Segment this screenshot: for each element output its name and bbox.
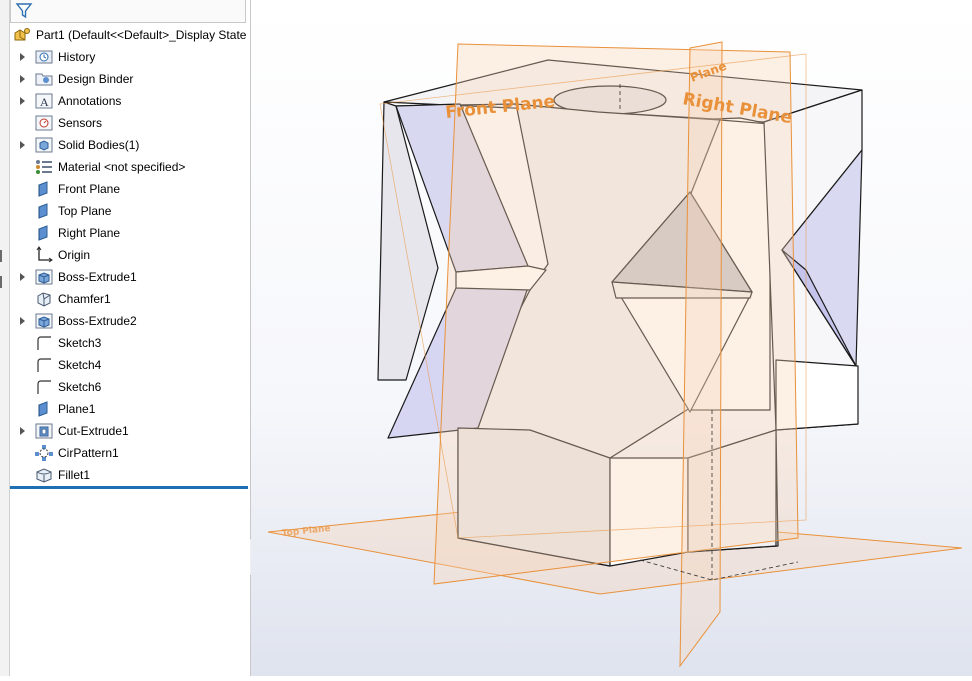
cut-extrude-icon — [34, 422, 54, 440]
strip-tick — [0, 250, 2, 262]
circular-pattern-icon — [34, 444, 54, 462]
tree-item-label: Right Plane — [58, 226, 121, 240]
tree-item-label: Boss-Extrude2 — [58, 314, 137, 328]
strip-tick — [0, 276, 2, 288]
tree-item-label: Sketch6 — [58, 380, 102, 394]
tree-item-label: Sensors — [58, 116, 103, 130]
filter-icon[interactable] — [15, 2, 33, 20]
tree-item-label: Fillet1 — [58, 468, 91, 482]
tree-item-label: Front Plane — [58, 182, 121, 196]
tree-item-label: Annotations — [58, 94, 122, 108]
tree-item-origin[interactable]: Origin — [10, 244, 248, 266]
sketch-icon — [34, 334, 54, 352]
tree-item-label: Chamfer1 — [58, 292, 111, 306]
tree-item-design-binder[interactable]: Design Binder — [10, 68, 248, 90]
sketch-icon — [34, 378, 54, 396]
tree-item-sketch4[interactable]: Sketch4 — [10, 354, 248, 376]
tree-item-label: Plane1 — [58, 402, 96, 416]
sensors-icon — [34, 114, 54, 132]
extrude-icon — [34, 312, 54, 330]
tree-item-sketch6[interactable]: Sketch6 — [10, 376, 248, 398]
extrude-icon — [34, 268, 54, 286]
plane-icon — [34, 202, 54, 220]
tree-item-material-not-specified[interactable]: Material <not specified> — [10, 156, 248, 178]
part-icon — [14, 28, 30, 41]
front-plane[interactable] — [433, 43, 799, 585]
tree-item-sketch3[interactable]: Sketch3 — [10, 332, 248, 354]
expand-arrow-icon[interactable] — [10, 68, 34, 90]
tree-item-history[interactable]: History — [10, 46, 248, 68]
annotations-icon: A — [34, 92, 54, 110]
plane-icon — [34, 180, 54, 198]
tree-item-plane1[interactable]: Plane1 — [10, 398, 248, 420]
tree-filter-bar[interactable] — [10, 0, 246, 23]
tree-item-label: History — [58, 50, 96, 64]
tree-item-right-plane[interactable]: Right Plane — [10, 222, 248, 244]
tree-item-top-plane[interactable]: Top Plane — [10, 200, 248, 222]
tree-root-part[interactable]: Part1 (Default<<Default>_Display State — [12, 25, 246, 45]
tree-item-front-plane[interactable]: Front Plane — [10, 178, 248, 200]
tree-item-cut-extrude1[interactable]: Cut-Extrude1 — [10, 420, 248, 442]
fillet-icon — [34, 466, 54, 484]
tree-item-label: Origin — [58, 248, 91, 262]
expand-arrow-icon[interactable] — [10, 134, 34, 156]
tree-item-cirpattern1[interactable]: CirPattern1 — [10, 442, 248, 464]
solid-bodies-icon — [34, 136, 54, 154]
graphics-viewport[interactable]: Front Plane Right Plane Plane Top Plane — [251, 0, 972, 676]
tree-item-label: Boss-Extrude1 — [58, 270, 137, 284]
expand-arrow-icon[interactable] — [10, 266, 34, 288]
origin-icon — [34, 246, 54, 264]
tree-item-annotations[interactable]: A Annotations — [10, 90, 248, 112]
tree-root-label: Part1 (Default<<Default>_Display State — [36, 28, 247, 42]
tree-item-label: CirPattern1 — [58, 446, 119, 460]
expand-arrow-icon[interactable] — [10, 310, 34, 332]
tree-item-label: Design Binder — [58, 72, 134, 86]
expand-arrow-icon[interactable] — [10, 420, 34, 442]
design-binder-icon — [34, 70, 54, 88]
feature-manager-tree: Part1 (Default<<Default>_Display State H… — [10, 0, 251, 676]
tree-item-boss-extrude2[interactable]: Boss-Extrude2 — [10, 310, 248, 332]
tree-item-label: Cut-Extrude1 — [58, 424, 129, 438]
svg-text:A: A — [40, 95, 49, 109]
tree-item-boss-extrude1[interactable]: Boss-Extrude1 — [10, 266, 248, 288]
chamfer-icon — [34, 290, 54, 308]
tree-item-label: Top Plane — [58, 204, 112, 218]
tree-item-label: Sketch4 — [58, 358, 102, 372]
expand-arrow-icon[interactable] — [10, 90, 34, 112]
left-tab-strip — [0, 0, 10, 676]
tree-item-fillet1[interactable]: Fillet1 — [10, 464, 248, 486]
tree-item-label: Sketch3 — [58, 336, 102, 350]
expand-arrow-icon[interactable] — [10, 46, 34, 68]
plane-icon — [34, 400, 54, 418]
plane-icon — [34, 224, 54, 242]
rollback-bar[interactable] — [10, 486, 248, 489]
model-view-svg[interactable]: Front Plane Right Plane Plane Top Plane — [251, 0, 972, 676]
tree-item-sensors[interactable]: Sensors — [10, 112, 248, 134]
tree-item-label: Material <not specified> — [58, 160, 186, 174]
tree-item-label: Solid Bodies(1) — [58, 138, 140, 152]
material-icon — [34, 158, 54, 176]
tree-item-solid-bodies-1[interactable]: Solid Bodies(1) — [10, 134, 248, 156]
tree-item-chamfer1[interactable]: Chamfer1 — [10, 288, 248, 310]
history-icon — [34, 48, 54, 66]
sketch-icon — [34, 356, 54, 374]
